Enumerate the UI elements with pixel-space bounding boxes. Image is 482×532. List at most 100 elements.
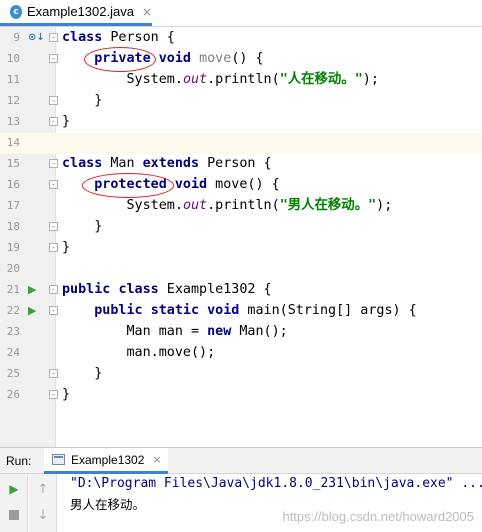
code-token: void	[207, 303, 240, 318]
line-number: 9	[13, 31, 20, 44]
run-console[interactable]: ▶ ↑ ↓ "D:\Program Files\Java\jdk1.8.0_23…	[0, 474, 482, 532]
code-token: Man();	[231, 324, 288, 339]
code-token: out	[182, 198, 208, 213]
fold-toggle-icon[interactable]: -	[49, 33, 58, 42]
fold-toggle-icon[interactable]: -	[49, 285, 58, 294]
fold-toggle-icon[interactable]: -	[49, 117, 58, 126]
code-line[interactable]: 26 -}	[0, 384, 482, 405]
fold-toggle-icon[interactable]: -	[49, 390, 58, 399]
code-token: move() {	[207, 177, 280, 192]
code-line[interactable]: 10- private void move() {	[0, 48, 482, 69]
code-line[interactable]: 11 System.out.println("人在移动。");	[0, 69, 482, 90]
code-text: Man man = new Man();	[62, 321, 288, 342]
code-line[interactable]: 19 -}	[0, 237, 482, 258]
file-tab-example1302[interactable]: c Example1302.java ×	[0, 0, 152, 26]
code-line[interactable]: 21 ▶ - public class Example1302 {	[0, 279, 482, 300]
code-token: new	[207, 324, 232, 339]
code-line[interactable]: 13 -}	[0, 111, 482, 132]
bookmark-icon[interactable]: ⊙↓	[28, 27, 45, 48]
fold-toggle-icon[interactable]: -	[49, 159, 58, 168]
fold-toggle-icon[interactable]: -	[49, 243, 58, 252]
run-panel-header: Run: Example1302 ×	[0, 447, 482, 474]
code-token: }	[62, 366, 103, 381]
run-toolbar-right: ↑ ↓	[29, 474, 57, 532]
console-icon	[52, 454, 65, 465]
fold-toggle-icon[interactable]: -	[49, 222, 58, 231]
run-gutter-icon[interactable]: ▶	[28, 279, 36, 300]
code-token: void	[174, 177, 208, 192]
code-editor[interactable]: 9 ⊙↓ - class Person {10- private void move(…	[0, 27, 482, 447]
play-icon: ▶	[9, 482, 19, 496]
code-line[interactable]: 22 ▶ - public static void main(String[] ar…	[0, 300, 482, 321]
code-token: Person {	[102, 30, 175, 45]
scroll-down-button[interactable]: ↓	[29, 502, 57, 528]
code-token: move	[199, 51, 232, 66]
arrow-down-icon: ↓	[37, 507, 49, 523]
code-text: class Man extends Person {	[62, 153, 272, 174]
fold-toggle-icon[interactable]: -	[49, 180, 58, 189]
line-number: 17	[6, 199, 20, 212]
line-number: 19	[6, 241, 20, 254]
fold-toggle-icon[interactable]: -	[49, 306, 58, 315]
run-panel-label: Run:	[6, 454, 32, 468]
code-token: out	[182, 72, 208, 87]
scroll-up-button[interactable]: ↑	[29, 476, 57, 502]
code-token: "人在移动。"	[279, 72, 363, 87]
run-tab-example1302[interactable]: Example1302 ×	[44, 448, 168, 474]
code-line[interactable]: 14	[0, 132, 482, 153]
close-icon[interactable]: ×	[142, 5, 152, 19]
code-line[interactable]: 9 ⊙↓ - class Person {	[0, 27, 482, 48]
line-number: 23	[6, 325, 20, 338]
code-token: Man man =	[62, 324, 208, 339]
code-token: class	[62, 30, 103, 45]
fold-toggle-icon[interactable]: -	[49, 369, 58, 378]
line-number: 25	[6, 367, 20, 380]
line-number: 12	[6, 94, 20, 107]
fold-toggle-icon[interactable]: -	[49, 96, 58, 105]
code-line[interactable]: 12 - }	[0, 90, 482, 111]
console-command-line: "D:\Program Files\Java\jdk1.8.0_231\bin\…	[70, 476, 482, 491]
file-tab-label: Example1302.java	[26, 4, 134, 19]
line-number: 26	[6, 388, 20, 401]
stop-button[interactable]	[0, 502, 28, 528]
close-icon[interactable]: ×	[152, 453, 161, 466]
line-number: 15	[6, 157, 20, 170]
code-token: Man	[102, 156, 143, 171]
line-number: 13	[6, 115, 20, 128]
code-line[interactable]: 18 - }	[0, 216, 482, 237]
line-number: 22	[6, 304, 20, 317]
code-token: extends	[142, 156, 200, 171]
code-line[interactable]: 17 System.out.println("男人在移动。");	[0, 195, 482, 216]
code-text: public static void main(String[] args) {	[62, 300, 417, 321]
run-tab-label: Example1302	[71, 452, 145, 467]
code-token: man.move();	[62, 345, 216, 360]
line-number: 24	[6, 346, 20, 359]
code-token: }	[62, 93, 103, 108]
code-line[interactable]: 15 - class Man extends Person {	[0, 153, 482, 174]
arrow-up-icon: ↑	[37, 481, 49, 497]
code-line[interactable]: 25 - }	[0, 363, 482, 384]
fold-toggle-icon[interactable]: -	[49, 54, 58, 63]
code-token: Person {	[199, 156, 272, 171]
code-line[interactable]: 16- protected void move() {	[0, 174, 482, 195]
code-token: static	[150, 303, 200, 318]
code-line[interactable]: 23 Man man = new Man();	[0, 321, 482, 342]
code-token: main(String[] args) {	[239, 303, 417, 318]
code-token: }	[62, 114, 71, 129]
code-line[interactable]: 24 man.move();	[0, 342, 482, 363]
code-token: }	[62, 219, 103, 234]
code-text: }	[62, 111, 70, 132]
code-line[interactable]: 20	[0, 258, 482, 279]
code-text: }	[62, 237, 70, 258]
code-text: System.out.println("男人在移动。");	[62, 195, 392, 216]
line-number: 10	[6, 52, 20, 65]
run-gutter-icon[interactable]: ▶	[28, 300, 36, 321]
rerun-button[interactable]: ▶	[0, 476, 28, 502]
code-text: }	[62, 363, 102, 384]
code-token: void	[158, 51, 191, 66]
line-number: 21	[6, 283, 20, 296]
code-token: Example1302 {	[158, 282, 272, 297]
